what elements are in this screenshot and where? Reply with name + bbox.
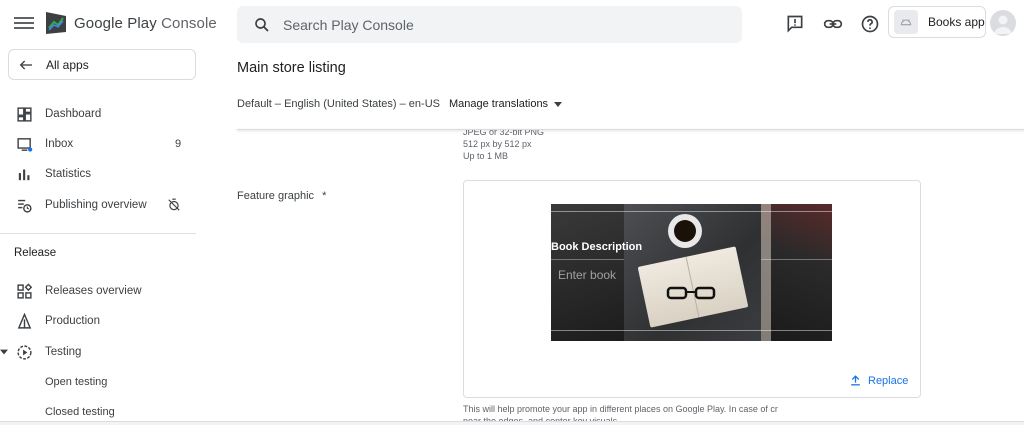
replace-label: Replace	[868, 374, 909, 387]
sidebar-item-inbox[interactable]: Inbox 9	[0, 129, 196, 159]
preview-guide-line	[761, 259, 832, 260]
manage-translations-button[interactable]: Manage translations	[449, 98, 563, 110]
arrow-back-icon	[19, 60, 32, 69]
play-console-logo-icon	[46, 12, 66, 34]
preview-coffee-cup	[668, 214, 702, 248]
preview-panel-right	[761, 204, 832, 341]
app-name: Books app	[928, 15, 985, 29]
releases-overview-icon	[15, 282, 33, 300]
menu-line	[14, 27, 34, 29]
icon-requirement-format: JPEG or 32-bit PNG	[463, 127, 545, 137]
preview-overlay-subtitle: Enter book	[558, 268, 617, 282]
chevron-down-icon	[554, 101, 563, 107]
sidebar-item-label: Dashboard	[45, 108, 102, 120]
preview-overlay-title: Book Description	[551, 241, 643, 253]
icon-requirement-filesize: Up to 1 MB	[463, 151, 509, 161]
default-language-label: Default – English (United States) – en-U…	[237, 98, 440, 110]
feature-graphic-label: Feature graphic *	[237, 190, 327, 202]
all-apps-label: All apps	[46, 57, 89, 72]
sidebar-item-statistics[interactable]: Statistics	[0, 159, 196, 189]
dashboard-icon	[15, 105, 33, 123]
preview-guide-line	[551, 330, 832, 331]
android-app-icon	[894, 10, 918, 34]
page-title: Main store listing	[237, 60, 346, 76]
logo-text: Google Play Console	[74, 14, 217, 32]
main-menu-button[interactable]	[14, 14, 34, 34]
sticky-header-divider	[237, 129, 1024, 130]
icon-requirement-size: 512 px by 512 px	[463, 139, 532, 149]
avatar-icon	[994, 15, 1012, 34]
sidebar-item-publishing-overview[interactable]: Publishing overview	[0, 190, 196, 220]
sidebar-item-label: Publishing overview	[45, 199, 147, 211]
play-console-logo[interactable]: Google Play Console	[44, 10, 217, 36]
preview-book-pages	[761, 204, 771, 341]
sidebar-item-label: Production	[45, 315, 100, 327]
replace-button[interactable]: Replace	[849, 374, 908, 387]
search-icon	[255, 17, 269, 32]
inbox-icon	[15, 135, 33, 153]
publishing-overview-icon	[15, 196, 33, 214]
managed-publishing-off-icon	[168, 198, 180, 211]
sidebar-item-releases-overview[interactable]: Releases overview	[0, 276, 196, 306]
statistics-icon	[15, 165, 33, 183]
bottom-divider	[0, 421, 1024, 425]
testing-icon	[15, 343, 33, 361]
manage-translations-label: Manage translations	[449, 98, 549, 110]
sidebar-item-closed-testing[interactable]: Closed testing	[45, 406, 115, 418]
sidebar-item-production[interactable]: Production	[0, 306, 196, 336]
sidebar-item-dashboard[interactable]: Dashboard	[0, 99, 196, 129]
upload-icon	[851, 375, 860, 386]
all-apps-button[interactable]: All apps	[8, 49, 196, 80]
menu-line	[14, 22, 34, 24]
expand-caret-icon[interactable]	[0, 348, 8, 356]
sidebar-item-testing[interactable]: Testing	[0, 337, 196, 367]
account-avatar[interactable]	[990, 10, 1016, 36]
sidebar-item-label: Testing	[45, 346, 82, 358]
required-mark: *	[322, 190, 327, 202]
feature-graphic-preview: Book Description Enter book	[551, 204, 832, 341]
menu-line	[14, 17, 34, 19]
inbox-count-badge: 9	[175, 138, 182, 150]
feedback-button[interactable]	[784, 13, 806, 35]
release-section-title: Release	[14, 247, 57, 259]
sidebar-item-label: Releases overview	[45, 285, 142, 297]
preview-guide-line	[551, 211, 832, 212]
preview-glasses	[666, 286, 716, 300]
preview-guide-line	[551, 259, 624, 260]
sidebar-item-label: Statistics	[45, 168, 92, 180]
feedback-icon	[787, 15, 803, 33]
sidebar-divider	[0, 233, 196, 234]
search-bar[interactable]	[237, 6, 742, 43]
copy-link-button[interactable]	[822, 13, 844, 35]
sidebar-item-label: Inbox	[45, 138, 74, 150]
search-input[interactable]	[283, 16, 703, 33]
help-icon	[861, 15, 879, 33]
link-icon	[823, 19, 843, 29]
help-button[interactable]	[859, 13, 881, 35]
app-selector[interactable]: Books app	[888, 6, 986, 38]
production-icon	[15, 312, 33, 330]
sidebar-item-open-testing[interactable]: Open testing	[45, 376, 107, 388]
